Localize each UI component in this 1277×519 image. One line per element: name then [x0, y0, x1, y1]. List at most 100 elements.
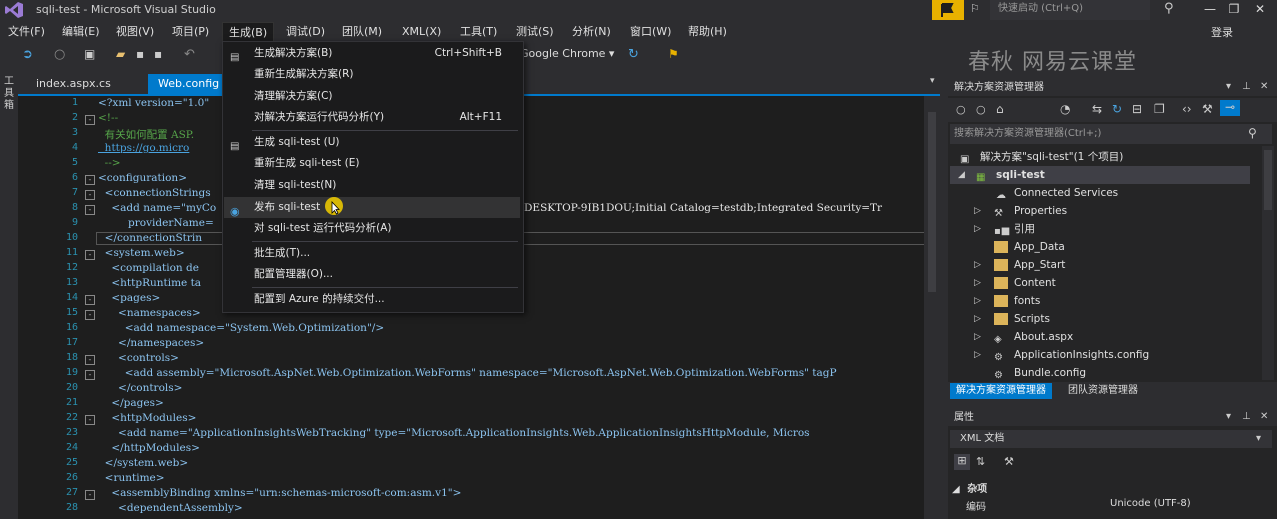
sync-icon[interactable]: ⇆ — [1092, 102, 1102, 116]
open-file-icon[interactable]: ▰ — [116, 47, 130, 61]
fold-toggle-icon[interactable]: - — [85, 115, 95, 125]
preview-selected-items-icon[interactable]: ⊸ — [1220, 100, 1240, 116]
tab-solution-explorer[interactable]: 解决方案资源管理器 — [950, 383, 1052, 399]
property-category[interactable]: ◢ 杂项 — [952, 480, 987, 495]
properties-wrench-icon[interactable]: ⚒ — [1202, 102, 1213, 116]
fold-toggle-icon[interactable]: - — [85, 295, 95, 305]
expand-arrow-icon[interactable]: ▷ — [974, 274, 981, 292]
notification-flag-icon[interactable] — [932, 0, 964, 20]
maximize-button[interactable]: ❐ — [1220, 0, 1248, 20]
expand-arrow-icon[interactable]: ▷ — [974, 328, 981, 346]
tab-team-explorer[interactable]: 团队资源管理器 — [1062, 383, 1144, 399]
menu-project[interactable]: 项目(P) — [166, 22, 215, 42]
tab-index-aspx-cs[interactable]: index.aspx.cs — [26, 74, 121, 94]
login-link[interactable]: 登录 — [1211, 24, 1233, 40]
fold-toggle-icon[interactable]: - — [85, 370, 95, 380]
refresh-icon[interactable]: ↻ — [1112, 102, 1122, 116]
solution-explorer-scroll-thumb[interactable] — [1264, 150, 1272, 210]
solution-explorer-search-input[interactable]: 搜索解决方案资源管理器(Ctrl+;) — [950, 124, 1272, 144]
alphabetical-icon[interactable]: ⇅ — [976, 455, 985, 468]
menu-xml[interactable]: XML(X) — [396, 22, 447, 42]
collapse-all-icon[interactable]: ⊟ — [1132, 102, 1142, 116]
tree-item-project[interactable]: ◢ ▦ sqli-test — [950, 166, 1250, 184]
home-icon[interactable]: ⌂ — [996, 102, 1004, 116]
close-button[interactable]: ✕ — [1246, 0, 1274, 20]
menu-item-rebuild-project[interactable]: 重新生成 sqli-test (E) — [224, 153, 520, 174]
menu-test[interactable]: 测试(S) — [510, 22, 560, 42]
quick-launch-search-icon[interactable]: ⚲ — [1164, 1, 1174, 16]
run-target-dropdown[interactable]: Google Chrome ▾ — [520, 47, 614, 60]
panel-close-icon[interactable]: ✕ — [1260, 81, 1268, 92]
menu-item-run-code-analysis-project[interactable]: 对 sqli-test 运行代码分析(A) — [224, 218, 520, 239]
tree-item-applicationinsights-config[interactable]: ▷ ⚙ ApplicationInsights.config — [974, 346, 1149, 364]
menu-debug[interactable]: 调试(D) — [280, 22, 331, 42]
menu-team[interactable]: 团队(M) — [336, 22, 388, 42]
feedback-icon[interactable]: ⚐ — [970, 2, 984, 16]
tree-item-fonts[interactable]: ▷ fonts — [974, 292, 1040, 310]
menu-analyze[interactable]: 分析(N) — [566, 22, 617, 42]
undo-icon[interactable]: ↶ — [184, 47, 198, 62]
expand-arrow-icon[interactable]: ▷ — [974, 346, 981, 364]
menu-build[interactable]: 生成(B) — [222, 22, 275, 43]
pending-changes-icon[interactable]: ◔ — [1060, 102, 1070, 116]
navigate-back-icon[interactable]: ➲ — [22, 47, 36, 62]
panel-close-icon[interactable]: ✕ — [1260, 411, 1268, 422]
fold-toggle-icon[interactable]: - — [85, 205, 95, 215]
property-value[interactable]: Unicode (UTF-8) — [1110, 498, 1191, 509]
tree-item-references[interactable]: ▷ ▪■ 引用 — [974, 220, 1035, 238]
menu-tools[interactable]: 工具(T) — [454, 22, 503, 42]
menu-edit[interactable]: 编辑(E) — [56, 22, 106, 42]
tree-item-about-aspx[interactable]: ▷ ◈ About.aspx — [974, 328, 1073, 346]
tree-item-app-data[interactable]: App_Data — [994, 238, 1065, 256]
properties-object-selector[interactable]: XML 文档 — [950, 430, 1272, 448]
expand-arrow-icon[interactable]: ▷ — [974, 202, 981, 220]
property-pages-wrench-icon[interactable]: ⚒ — [1004, 455, 1014, 468]
expand-arrow-icon[interactable]: ▷ — [974, 220, 981, 238]
menu-file[interactable]: 文件(F) — [2, 22, 51, 42]
panel-dropdown-icon[interactable]: ▾ — [1226, 81, 1231, 92]
save-icon[interactable]: ▪ — [136, 47, 150, 61]
object-dropdown-icon[interactable]: ▾ — [1256, 433, 1261, 444]
se-forward-icon[interactable]: ○ — [976, 103, 986, 116]
tree-item-bundle-config[interactable]: ⚙ Bundle.config — [994, 364, 1086, 382]
categorized-icon[interactable]: ⊞ — [954, 454, 970, 470]
tree-item-connected-services[interactable]: ☁ Connected Services — [996, 184, 1118, 202]
quick-launch-input[interactable]: 快速启动 (Ctrl+Q) — [990, 0, 1150, 20]
pin-icon[interactable]: ⊥ — [1242, 411, 1251, 422]
menu-item-rebuild-solution[interactable]: 重新生成解决方案(R) — [224, 64, 520, 85]
menu-window[interactable]: 窗口(W) — [624, 22, 677, 42]
tab-list-dropdown-icon[interactable]: ▾ — [930, 76, 935, 86]
expand-arrow-icon[interactable]: ▷ — [974, 256, 981, 274]
menu-view[interactable]: 视图(V) — [110, 22, 160, 42]
new-project-icon[interactable]: ▣ — [84, 47, 98, 61]
se-back-icon[interactable]: ○ — [956, 103, 966, 116]
pin-icon[interactable]: ⊥ — [1242, 81, 1251, 92]
collapse-arrow-icon[interactable]: ◢ — [958, 166, 965, 184]
save-all-icon[interactable]: ▪ — [154, 47, 168, 61]
search-icon[interactable]: ⚲ — [1248, 126, 1257, 140]
menu-item-run-code-analysis-solution[interactable]: 对解决方案运行代码分析(Y) Alt+F11 — [224, 107, 520, 128]
tree-item-solution[interactable]: ▣ 解决方案"sqli-test"(1 个项目) — [960, 148, 1123, 166]
fold-toggle-icon[interactable]: - — [85, 355, 95, 365]
fold-toggle-icon[interactable]: - — [85, 310, 95, 320]
refresh-icon[interactable]: ↻ — [628, 47, 642, 62]
editor-scroll-thumb[interactable] — [928, 112, 936, 292]
show-all-files-icon[interactable]: ❐ — [1154, 102, 1165, 116]
fold-toggle-icon[interactable]: - — [85, 175, 95, 185]
menu-item-batch-build[interactable]: 批生成(T)... — [224, 243, 520, 264]
menu-item-clean-solution[interactable]: 清理解决方案(C) — [224, 86, 520, 107]
menu-item-azure-continuous-delivery[interactable]: 配置到 Azure 的持续交付... — [224, 289, 520, 310]
fold-toggle-icon[interactable]: - — [85, 250, 95, 260]
tree-item-content[interactable]: ▷ Content — [974, 274, 1056, 292]
tree-item-properties[interactable]: ▷ ⚒ Properties — [974, 202, 1067, 220]
collapse-category-icon[interactable]: ◢ — [952, 484, 960, 495]
toolbox-tab[interactable]: 工具箱 — [4, 76, 16, 112]
fold-toggle-icon[interactable]: - — [85, 490, 95, 500]
expand-arrow-icon[interactable]: ▷ — [974, 310, 981, 328]
navigate-forward-icon[interactable]: ○ — [54, 47, 68, 62]
fold-toggle-icon[interactable]: - — [85, 190, 95, 200]
menu-item-clean-project[interactable]: 清理 sqli-test(N) — [224, 175, 520, 196]
menu-item-publish-project[interactable]: ◉ 发布 sqli-test — [224, 197, 520, 218]
tree-item-app-start[interactable]: ▷ App_Start — [974, 256, 1065, 274]
browser-link-icon[interactable]: ⚑ — [668, 47, 682, 61]
